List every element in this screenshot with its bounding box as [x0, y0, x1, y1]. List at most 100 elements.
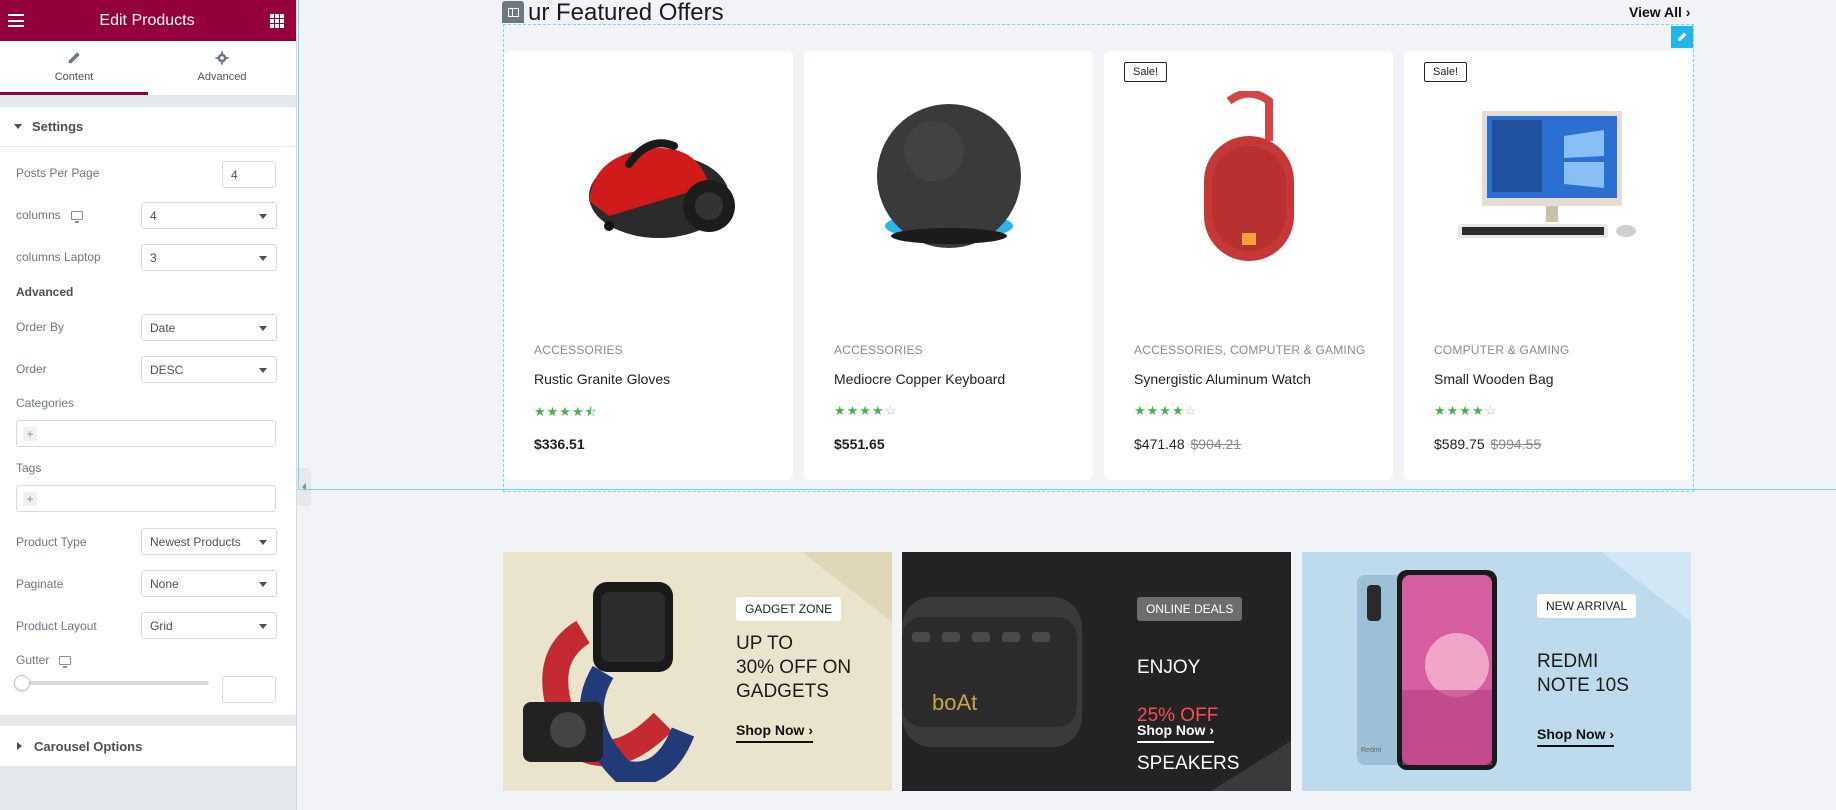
- posts-per-page-label: Posts Per Page: [16, 166, 100, 180]
- shop-now-link[interactable]: Shop Now ›: [1137, 722, 1214, 743]
- columns-laptop-label: columns Laptop: [16, 250, 101, 264]
- caret-down-icon: [14, 124, 22, 129]
- banner-headline-line: SPEAKERS: [1137, 753, 1240, 774]
- carousel-options-section: Carousel Options: [0, 726, 296, 766]
- banner-badge: NEW ARRIVAL: [1537, 594, 1637, 618]
- carousel-options-toggle[interactable]: Carousel Options: [0, 726, 296, 766]
- rating-stars: ★★★★☆: [834, 403, 898, 418]
- product-layout-label: Product Layout: [16, 619, 97, 633]
- product-type-select[interactable]: Newest Products: [141, 528, 277, 555]
- tab-content-label: Content: [54, 70, 94, 83]
- columns-laptop-select[interactable]: 3: [141, 244, 277, 271]
- pencil-icon: [68, 51, 80, 63]
- product-card[interactable]: ACCESSORIES Mediocre Copper Keyboard ★★★…: [804, 51, 1093, 480]
- posts-per-page-input[interactable]: 4: [222, 161, 276, 188]
- smartwatch-image[interactable]: [513, 572, 713, 782]
- categories-label: Categories: [16, 396, 75, 410]
- order-label: Order: [16, 362, 47, 376]
- tab-content[interactable]: Content: [0, 41, 148, 95]
- tags-input[interactable]: +: [16, 485, 276, 512]
- product-category[interactable]: ACCESSORIES: [534, 343, 623, 357]
- product-layout-select[interactable]: Grid: [141, 612, 277, 639]
- rating-stars: ★★★★☆: [1134, 403, 1198, 418]
- banner-badge: ONLINE DEALS: [1137, 597, 1243, 621]
- product-card[interactable]: ACCESSORIES Rustic Granite Gloves ★★★★⯪ …: [504, 51, 793, 480]
- widgets-grid-icon[interactable]: [270, 13, 284, 28]
- section-heading: ur Featured Offers: [528, 0, 724, 26]
- portable-speaker-image[interactable]: boAt: [902, 582, 1092, 762]
- bluetooth-speaker-image[interactable]: [1124, 91, 1373, 271]
- gutter-label: Gutter: [16, 653, 72, 668]
- product-price: $551.65: [834, 436, 885, 452]
- banner-headline: REDMI NOTE 10S: [1537, 651, 1629, 696]
- rating-stars: ★★★★☆: [1434, 403, 1498, 418]
- tab-advanced[interactable]: Advanced: [148, 41, 296, 95]
- product-price: $336.51: [534, 436, 585, 452]
- banner-gadget-zone[interactable]: GADGET ZONE UP TO 30% OFF ON GADGETS Sho…: [503, 552, 892, 791]
- edit-widget-button[interactable]: [1671, 26, 1693, 48]
- plus-icon: +: [23, 492, 37, 506]
- panel-title: Edit Products: [99, 11, 195, 29]
- product-name[interactable]: Mediocre Copper Keyboard: [834, 371, 1005, 387]
- slider-handle[interactable]: [14, 675, 30, 691]
- gutter-label-text: Gutter: [16, 653, 50, 667]
- sale-badge: Sale!: [1124, 62, 1168, 82]
- svg-text:Redmi: Redmi: [1361, 747, 1382, 754]
- banner-online-deals[interactable]: boAt ONLINE DEALS ENJOY 25% OFF SPEAKERS…: [902, 552, 1291, 791]
- product-name[interactable]: Rustic Granite Gloves: [534, 371, 670, 387]
- caret-right-icon: [17, 742, 22, 750]
- sale-badge: Sale!: [1424, 62, 1468, 82]
- tab-advanced-label: Advanced: [197, 70, 247, 83]
- shop-now-link[interactable]: Shop Now ›: [736, 722, 813, 743]
- banner-new-arrival[interactable]: Redmi NEW ARRIVAL REDMI NOTE 10S Shop No…: [1302, 552, 1691, 791]
- paginate-select[interactable]: None: [141, 570, 277, 597]
- svg-text:boAt: boAt: [932, 690, 977, 715]
- editor-panel: Edit Products Content Advanced Settings …: [0, 0, 297, 810]
- settings-title: Settings: [32, 119, 84, 134]
- columns-icon: [507, 7, 519, 17]
- vacuum-cleaner-image[interactable]: [524, 91, 773, 271]
- columns-select[interactable]: 4: [141, 202, 277, 229]
- desktop-icon[interactable]: [59, 655, 72, 668]
- view-all-link[interactable]: View All ›: [1629, 4, 1690, 20]
- carousel-options-title: Carousel Options: [34, 738, 143, 754]
- columns-label-text: columns: [16, 208, 61, 222]
- product-name[interactable]: Synergistic Aluminum Watch: [1134, 371, 1311, 387]
- plus-icon: +: [23, 427, 37, 441]
- gutter-slider[interactable]: [14, 675, 209, 691]
- product-category[interactable]: ACCESSORIES: [834, 343, 923, 357]
- desktop-computer-image[interactable]: [1424, 91, 1673, 271]
- banner-headline: ENJOY 25% OFF SPEAKERS: [1137, 632, 1239, 791]
- smart-speaker-image[interactable]: [824, 91, 1073, 271]
- settings-section-toggle[interactable]: Settings: [0, 107, 296, 147]
- product-price: $589.75 $994.55: [1434, 436, 1542, 452]
- product-category[interactable]: ACCESSORIES, COMPUTER & GAMING: [1134, 343, 1365, 357]
- desktop-icon[interactable]: [70, 210, 83, 223]
- columns-label: columns: [16, 208, 83, 223]
- menu-icon[interactable]: [8, 14, 24, 27]
- product-type-label: Product Type: [16, 535, 87, 549]
- rating-stars: ★★★★⯪: [534, 404, 598, 419]
- product-card[interactable]: Sale! COMPUTER & GAMING Small Wooden Bag…: [1404, 51, 1693, 480]
- panel-header: Edit Products: [0, 0, 296, 41]
- page-preview: ur Featured Offers View All › ACCESSORIE…: [298, 0, 1836, 810]
- order-by-label: Order By: [16, 320, 65, 334]
- banner-headline: UP TO 30% OFF ON GADGETS: [736, 633, 852, 702]
- banner-headline-line: ENJOY: [1137, 657, 1201, 678]
- smartphone-image[interactable]: Redmi: [1357, 570, 1507, 775]
- product-card[interactable]: Sale! ACCESSORIES, COMPUTER & GAMING Syn…: [1104, 51, 1393, 480]
- product-price: $471.48 $904.21: [1134, 436, 1242, 452]
- order-select[interactable]: DESC: [141, 356, 277, 383]
- shop-now-link[interactable]: Shop Now ›: [1537, 726, 1614, 747]
- gear-icon: [215, 50, 229, 65]
- categories-input[interactable]: +: [16, 420, 276, 447]
- product-category[interactable]: COMPUTER & GAMING: [1434, 343, 1569, 357]
- paginate-label: Paginate: [16, 577, 64, 591]
- section-handle[interactable]: [502, 1, 524, 23]
- product-name[interactable]: Small Wooden Bag: [1434, 371, 1554, 387]
- order-by-select[interactable]: Date: [141, 314, 277, 341]
- panel-tabs: Content Advanced: [0, 41, 296, 96]
- tags-label: Tags: [16, 461, 42, 475]
- gutter-input[interactable]: [222, 676, 276, 703]
- pencil-icon: [1678, 32, 1687, 41]
